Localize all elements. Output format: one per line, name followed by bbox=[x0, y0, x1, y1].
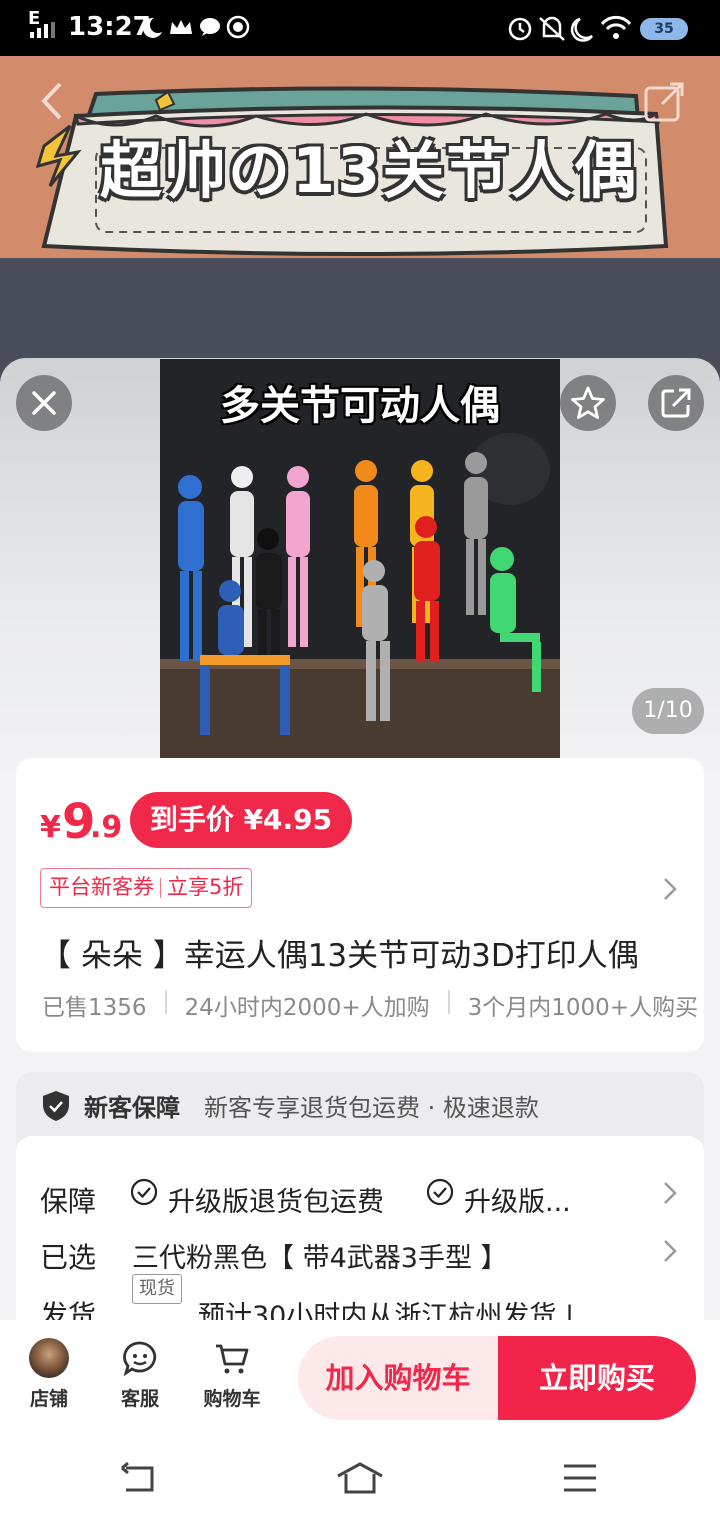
check-circle-icon bbox=[130, 1178, 158, 1206]
coupon-name: 平台新客券 bbox=[49, 875, 154, 899]
chevron-right-icon[interactable] bbox=[662, 1238, 678, 1264]
shipping-label: 发货 bbox=[40, 1299, 97, 1320]
buy-now-button[interactable]: 立即购买 bbox=[498, 1336, 696, 1420]
divider bbox=[164, 990, 167, 1014]
shield-check-icon bbox=[43, 1091, 69, 1121]
check-circle-icon bbox=[426, 1178, 454, 1206]
open-external-icon[interactable] bbox=[642, 80, 686, 124]
close-icon bbox=[32, 391, 56, 415]
home-nav-icon[interactable] bbox=[336, 1460, 384, 1496]
action-bar: 店铺 客服 购物车 加入购物车 立即购买 bbox=[0, 1320, 720, 1428]
guarantee-item-1: 升级版退货包运费 bbox=[168, 1187, 384, 1218]
coupon-divider bbox=[160, 878, 161, 898]
cart-button[interactable]: 购物车 bbox=[197, 1338, 267, 1411]
price-currency: ¥ bbox=[40, 810, 61, 845]
cart-label: 购物车 bbox=[203, 1388, 261, 1410]
close-button[interactable] bbox=[16, 375, 72, 431]
coupon-tag[interactable]: 平台新客券 立享5折 bbox=[40, 868, 253, 908]
selected-variant[interactable]: 三代粉黑色【 带4武器3手型 】 bbox=[132, 1236, 508, 1275]
service-details-card: 保障 升级版退货包运费 升级版... 已选 三代粉黑色【 带4武器3手型 】 发… bbox=[16, 1136, 704, 1320]
image-counter: 1/10 bbox=[632, 688, 704, 734]
signal-icon bbox=[30, 22, 55, 38]
guarantee-title: 新客保障 bbox=[84, 1094, 180, 1122]
final-price-badge: 到手价 ¥4.95 bbox=[130, 792, 352, 848]
selected-label: 已选 bbox=[40, 1241, 97, 1274]
service-label: 客服 bbox=[120, 1388, 159, 1410]
status-bar: E 13:27 35 bbox=[0, 0, 720, 56]
share-button[interactable] bbox=[648, 375, 704, 431]
customer-service-button[interactable]: 客服 bbox=[105, 1338, 175, 1411]
divider bbox=[447, 990, 450, 1014]
share-icon bbox=[661, 388, 691, 418]
banner-title: 超帅の13关节人偶 bbox=[100, 134, 639, 207]
chevron-right-icon[interactable] bbox=[662, 876, 678, 902]
product-title: 【 朵朵 】幸运人偶13关节可动3D打印人偶 bbox=[40, 938, 639, 974]
chat-icon bbox=[123, 1341, 157, 1377]
system-navigation-bar bbox=[0, 1428, 720, 1520]
shop-button[interactable]: 店铺 bbox=[14, 1338, 84, 1411]
guarantee-item-2: 升级版... bbox=[464, 1187, 571, 1218]
product-image[interactable]: 多关节可动人偶 bbox=[160, 359, 560, 759]
added-count: 24小时内2000+人加购 bbox=[184, 995, 430, 1021]
shop-label: 店铺 bbox=[29, 1388, 68, 1410]
product-sheet: 多关节可动人偶 1/10 ¥ 9 .9 到手价 ¥4.95 平台新客券 立享5折… bbox=[0, 358, 720, 1320]
guarantee-subtitle: 新客专享退货包运费 · 极速退款 bbox=[204, 1094, 539, 1122]
shipping-estimate: 预计30小时内从浙江杭州发货 | bbox=[198, 1301, 575, 1320]
bought-count: 3个月内1000+人购买 bbox=[467, 995, 699, 1021]
shop-avatar bbox=[29, 1338, 69, 1378]
add-to-cart-button[interactable]: 加入购物车 bbox=[298, 1336, 498, 1420]
sold-count: 已售1356 bbox=[42, 995, 147, 1021]
in-stock-badge: 现货 bbox=[132, 1274, 182, 1304]
price-decimal: .9 bbox=[90, 810, 123, 845]
store-banner: 超帅の13关节人偶 bbox=[0, 56, 720, 258]
star-icon bbox=[571, 386, 605, 419]
cart-icon bbox=[216, 1344, 249, 1374]
system-icons bbox=[508, 15, 632, 42]
price-card: ¥ 9 .9 到手价 ¥4.95 平台新客券 立享5折 【 朵朵 】幸运人偶13… bbox=[16, 758, 704, 1052]
favorite-button[interactable] bbox=[560, 375, 616, 431]
notification-icons bbox=[142, 15, 250, 39]
battery-indicator: 35 bbox=[640, 18, 688, 40]
sales-stats: 已售1356 24小时内2000+人加购 3个月内1000+人购买 bbox=[42, 988, 704, 1022]
image-caption: 多关节可动人偶 bbox=[220, 383, 500, 429]
new-customer-guarantee[interactable]: 新客保障 新客专享退货包运费 · 极速退款 bbox=[16, 1072, 704, 1146]
guarantee-label: 保障 bbox=[40, 1185, 97, 1218]
back-nav-icon[interactable] bbox=[118, 1460, 158, 1496]
back-icon[interactable] bbox=[36, 80, 66, 122]
coupon-offer: 立享5折 bbox=[167, 875, 244, 899]
clock: 13:27 bbox=[68, 12, 151, 42]
chevron-right-icon[interactable] bbox=[662, 1180, 678, 1206]
menu-nav-icon[interactable] bbox=[562, 1460, 598, 1496]
